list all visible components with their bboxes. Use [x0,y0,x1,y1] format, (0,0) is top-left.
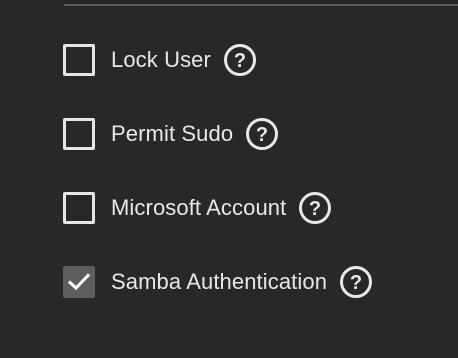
samba-authentication-checkbox[interactable] [63,266,95,298]
help-circle-icon[interactable]: ? [298,191,332,225]
permit-sudo-checkbox[interactable] [63,118,95,150]
help-circle-icon[interactable]: ? [245,117,279,151]
option-samba-authentication: Samba Authentication ? [63,265,373,299]
svg-text:?: ? [256,124,268,146]
lock-user-checkbox[interactable] [63,44,95,76]
microsoft-account-label: Microsoft Account [111,195,287,220]
microsoft-account-checkbox[interactable] [63,192,95,224]
checkmark-icon [68,273,90,291]
lock-user-label: Lock User [111,47,211,72]
svg-text:?: ? [350,272,362,294]
option-lock-user: Lock User ? [63,43,257,77]
svg-text:?: ? [309,198,321,220]
help-circle-icon[interactable]: ? [223,43,257,77]
help-circle-icon[interactable]: ? [339,265,373,299]
samba-authentication-label: Samba Authentication [111,269,328,294]
permit-sudo-label: Permit Sudo [111,121,234,146]
option-permit-sudo: Permit Sudo ? [63,117,279,151]
section-divider [64,4,458,6]
option-microsoft-account: Microsoft Account ? [63,191,332,225]
svg-text:?: ? [234,50,246,72]
